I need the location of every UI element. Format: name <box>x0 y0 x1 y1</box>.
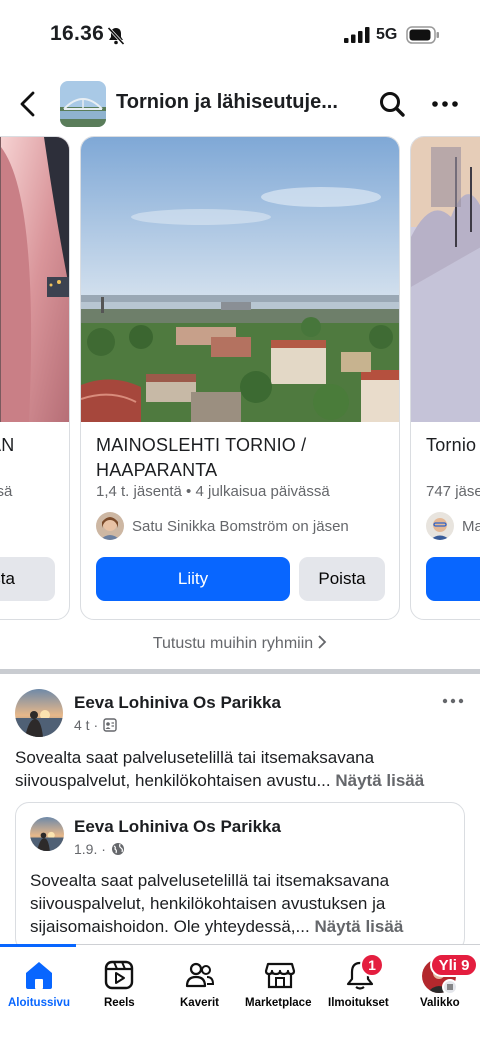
member-avatar <box>426 512 454 540</box>
shared-post[interactable]: Eeva Lohiniva Os Parikka 1.9. · Sovealta… <box>15 802 465 952</box>
group-cover-photo <box>411 137 480 422</box>
status-time: 16.36 <box>50 22 105 45</box>
tab-home[interactable]: Aloitussivu <box>0 945 78 1025</box>
join-button[interactable] <box>426 557 480 601</box>
home-icon <box>26 962 52 989</box>
tab-label: Kaverit <box>180 997 219 1009</box>
shared-author-avatar[interactable] <box>30 817 64 851</box>
group-meta: ssä <box>0 483 13 500</box>
tab-notifications[interactable]: 1 Ilmoitukset <box>320 945 400 1025</box>
post-meta: 4 t · <box>74 717 117 733</box>
join-button[interactable]: Liity <box>96 557 290 601</box>
reels-icon <box>104 960 134 990</box>
marketplace-icon <box>264 962 296 989</box>
network-type: 5G <box>376 26 398 43</box>
notification-badge: 1 <box>360 953 384 977</box>
menu-badge: Yli 9 <box>430 953 478 977</box>
member-text: Satu Sinikka Bomström on jäsen <box>132 517 349 535</box>
group-thumbnail[interactable] <box>60 81 106 127</box>
member-text: Ma <box>462 517 480 535</box>
tab-label: Marketplace <box>245 997 312 1009</box>
shared-post-text: Sovealta saat palvelusetelillä tai itsem… <box>30 869 455 938</box>
friends-icon <box>185 962 215 988</box>
meta-separator: · <box>89 717 99 733</box>
back-arrow-icon[interactable] <box>16 90 40 118</box>
member-avatar <box>96 512 124 540</box>
chevron-right-icon <box>318 635 327 649</box>
see-more-groups-label: Tutustu muihin ryhmiin <box>152 635 314 652</box>
post-author-name[interactable]: Eeva Lohiniva Os Parikka <box>74 693 281 713</box>
tab-friends[interactable]: Kaverit <box>160 945 238 1025</box>
tab-marketplace[interactable]: Marketplace <box>240 945 320 1025</box>
group-name: AN <box>0 435 15 455</box>
see-more-groups-link[interactable]: Tutustu muihin ryhmiin <box>0 634 480 653</box>
post-time[interactable]: 4 t <box>74 717 90 733</box>
globe-icon <box>111 843 124 855</box>
group-name: Tornio <box>426 435 477 455</box>
group-card[interactable]: MAINOSLEHTI TORNIO / HAAPARANTA 1,4 t. j… <box>80 136 400 620</box>
post-text: Sovealta saat palvelusetelillä tai itsem… <box>15 746 470 792</box>
group-meta: 1,4 t. jäsentä • 4 julkaisua päivässä <box>96 483 330 500</box>
see-more-link[interactable]: Näytä lisää <box>335 771 424 790</box>
tab-label: Valikko <box>420 997 460 1009</box>
bottom-tab-bar: Aloitussivu Reels Kaverit Marketplace 1 … <box>0 944 480 1041</box>
tab-label: Aloitussivu <box>8 997 70 1009</box>
suggested-groups-carousel[interactable]: AN ssä oista <box>0 136 480 622</box>
member-info: Ma <box>426 511 480 541</box>
shared-author-name[interactable]: Eeva Lohiniva Os Parikka <box>74 817 281 837</box>
group-name: MAINOSLEHTI TORNIO / HAAPARANTA <box>96 435 307 480</box>
tab-menu[interactable]: Yli 9 Valikko <box>400 945 480 1025</box>
group-card[interactable]: AN ssä oista <box>0 136 70 620</box>
section-divider <box>0 669 480 674</box>
group-cover-photo <box>0 137 69 422</box>
search-icon[interactable] <box>378 90 406 118</box>
members-audience-icon <box>103 718 117 732</box>
shared-post-meta: 1.9. · <box>74 841 125 857</box>
tab-reels[interactable]: Reels <box>80 945 158 1025</box>
remove-button[interactable]: oista <box>0 557 55 601</box>
status-bar: 16.36 5G <box>0 0 480 70</box>
bell-muted-icon <box>107 26 125 46</box>
tab-label: Ilmoitukset <box>328 997 389 1009</box>
post-body: Sovealta saat palvelusetelillä tai itsem… <box>15 748 375 790</box>
tab-label: Reels <box>104 997 135 1009</box>
menu-lines-icon <box>442 979 458 995</box>
signal-icon <box>344 27 370 43</box>
meta-separator: · <box>97 841 106 857</box>
post-author-avatar[interactable] <box>15 689 63 737</box>
more-options-icon[interactable] <box>430 92 460 116</box>
group-title[interactable]: Tornion ja lähiseutuje... <box>116 91 338 114</box>
see-more-link[interactable]: Näytä lisää <box>314 917 403 936</box>
post-options-icon[interactable] <box>440 692 466 710</box>
battery-icon <box>406 26 439 44</box>
shared-post-time[interactable]: 1.9. <box>74 841 97 857</box>
group-cover-photo <box>81 137 399 422</box>
group-card[interactable]: Tornio 747 jäse Ma <box>410 136 480 620</box>
group-meta: 747 jäse <box>426 483 480 500</box>
remove-button[interactable]: Poista <box>299 557 385 601</box>
group-header: Tornion ja lähiseutuje... <box>0 78 480 130</box>
member-info: Satu Sinikka Bomström on jäsen <box>96 511 349 541</box>
